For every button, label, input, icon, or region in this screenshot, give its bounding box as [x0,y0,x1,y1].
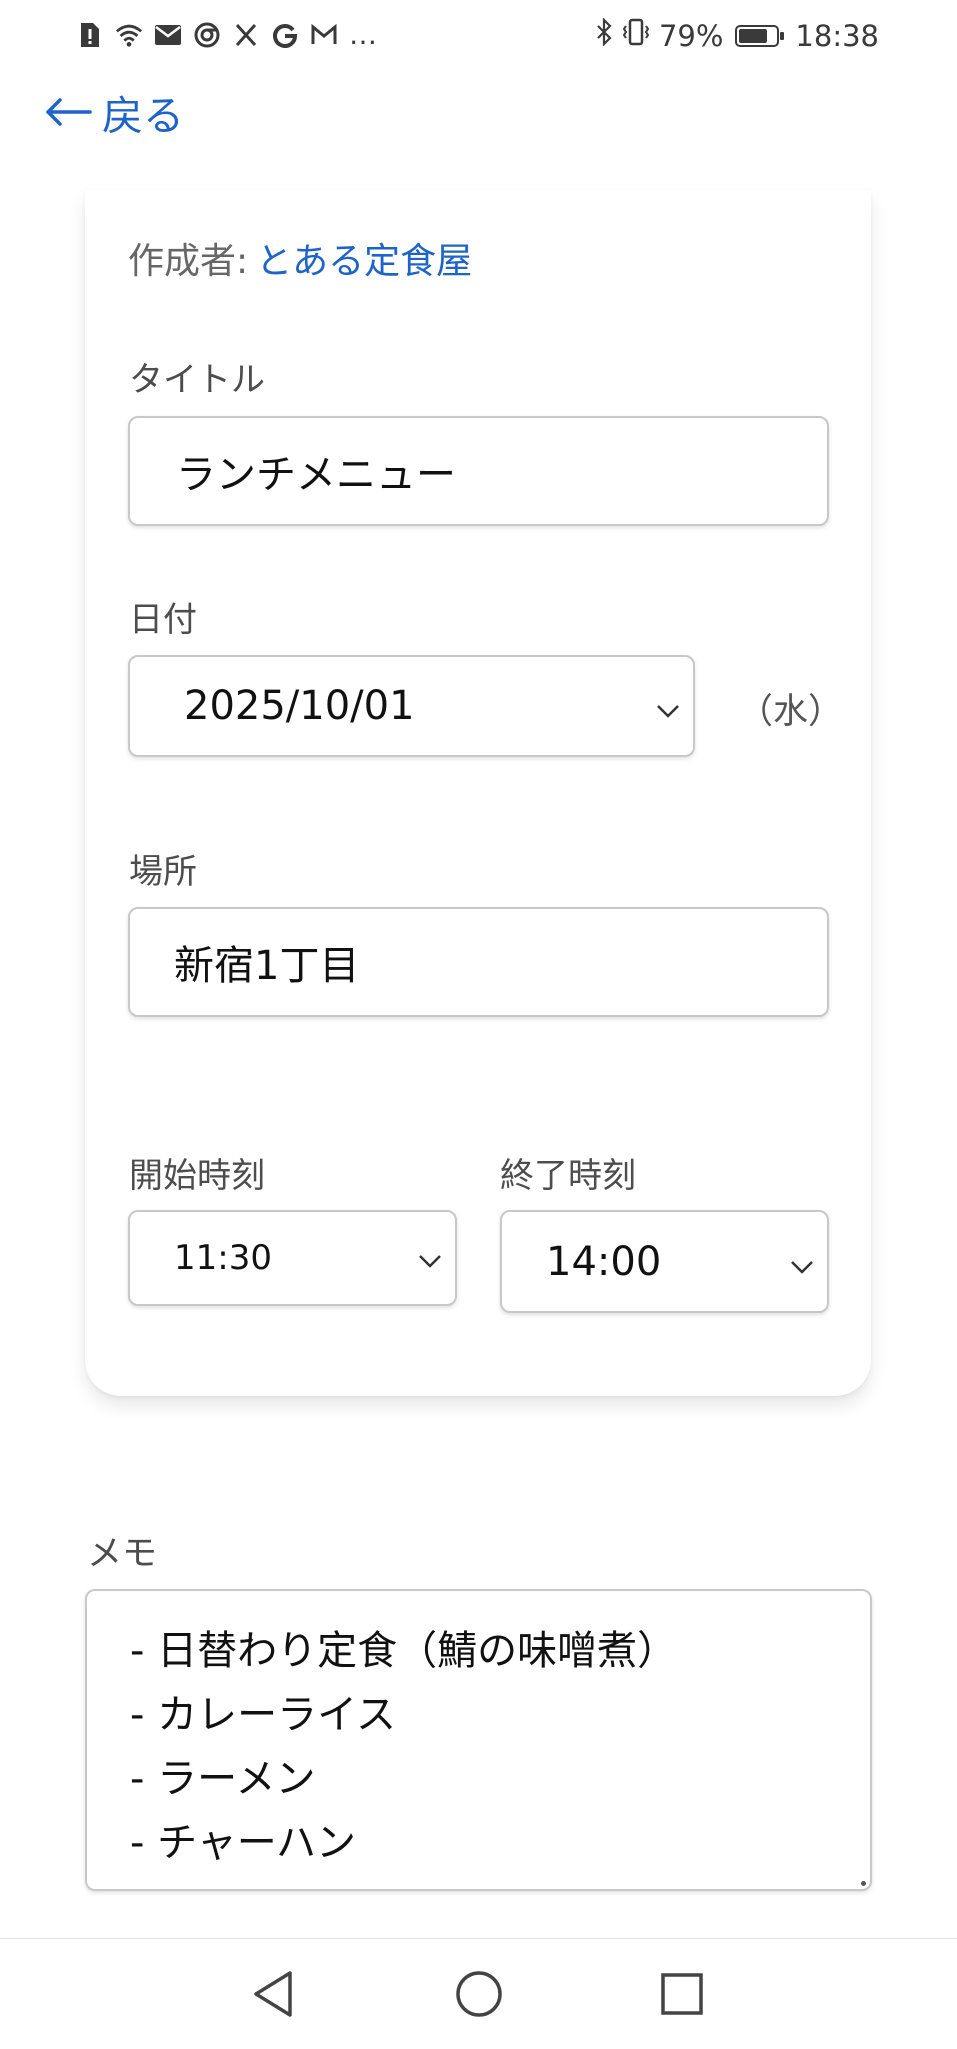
start-time-select[interactable]: 11:30 [128,1210,457,1306]
gmail-icon [310,21,338,49]
status-bar: … 79% 18:38 [0,0,957,72]
more-notifications-indicator: … [349,18,377,51]
author-link[interactable]: とある定食屋 [256,232,472,284]
nav-home-icon[interactable] [454,1969,504,2023]
memo-line: - チャーハン [130,1820,356,1866]
place-input[interactable]: 新宿1丁目 [128,907,829,1017]
start-time-label: 開始時刻 [129,1156,265,1196]
resize-handle[interactable] [861,1881,866,1886]
memo-label: メモ [87,1534,158,1574]
author-key: 作成者: [128,241,249,282]
nav-recents-icon[interactable] [659,1971,705,2021]
notification-icons: … [76,18,377,51]
battery-icon [735,24,785,47]
memo-line: - カレーライス [130,1692,396,1738]
back-label: 戻る [102,92,184,140]
vibrate-icon [621,18,651,53]
battery-percent: 79% [658,18,724,53]
bluetooth-icon [595,17,613,53]
system-nav-bar [0,1938,957,2049]
title-label: タイトル [129,360,265,400]
author-row: 作成者: とある定食屋 [128,232,472,284]
date-value: 2025/10/01 [184,683,415,729]
place-label: 場所 [129,852,197,892]
memo-line: - ラーメン [130,1756,316,1802]
memo-line: - 日替わり定食（鯖の味噌煮） [130,1628,678,1674]
nav-back-icon[interactable] [250,1969,296,2023]
mail-icon [154,21,182,49]
memo-textarea[interactable]: - 日替わり定食（鯖の味噌煮） - カレーライス - ラーメン - チャーハン [85,1589,872,1891]
title-input[interactable]: ランチメニュー [128,416,829,526]
clock: 18:38 [795,18,879,53]
chevron-down-icon [789,1239,815,1285]
back-button[interactable]: 戻る [44,82,184,142]
google-icon [271,21,299,49]
end-time-value: 14:00 [546,1238,662,1285]
chevron-down-icon [655,683,681,729]
arrow-left-icon [44,97,92,127]
x-icon [232,21,260,49]
end-time-label: 終了時刻 [500,1156,636,1196]
title-value: ランチメニュー [176,452,456,498]
chrome-icon [193,21,221,49]
place-value: 新宿1丁目 [174,943,360,989]
system-indicators: 79% 18:38 [595,17,879,53]
start-time-value: 11:30 [174,1238,272,1278]
wifi-icon [115,21,143,49]
chevron-down-icon [417,1238,443,1278]
date-label: 日付 [129,600,197,640]
end-time-select[interactable]: 14:00 [500,1210,829,1313]
weekday-label: （水） [738,692,844,732]
date-select[interactable]: 2025/10/01 [128,655,695,757]
sim-alert-icon [76,21,104,49]
